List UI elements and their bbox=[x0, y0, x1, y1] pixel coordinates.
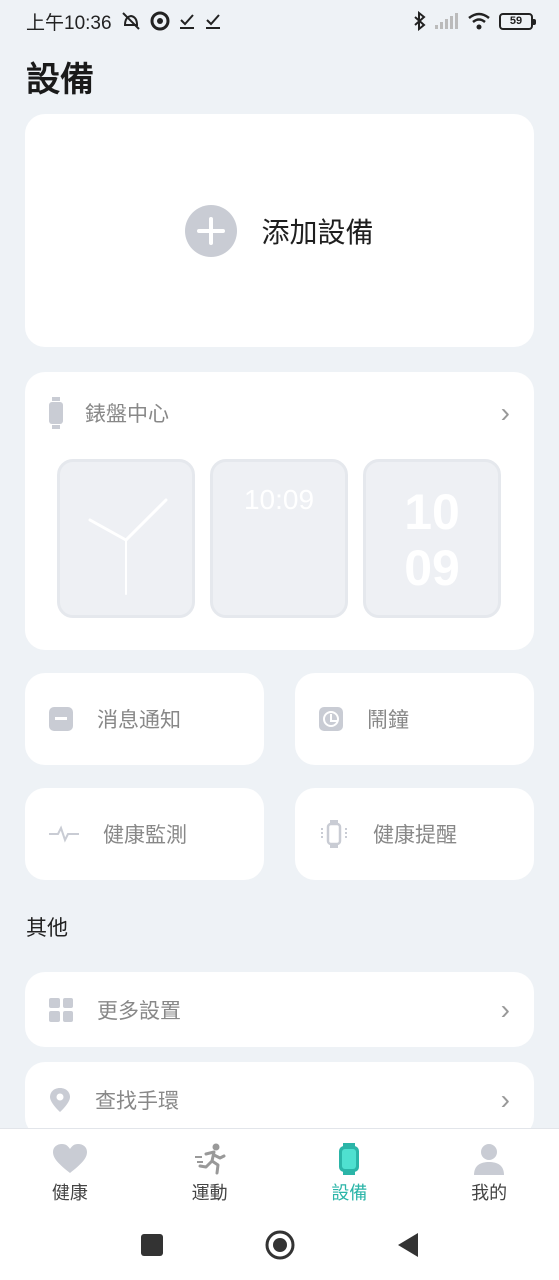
bluetooth-icon bbox=[414, 11, 426, 31]
dial-digital-stacked[interactable]: 10 09 bbox=[363, 459, 501, 618]
tile-label: 健康提醒 bbox=[373, 824, 457, 847]
plus-circle-icon bbox=[185, 204, 238, 257]
check-icon bbox=[179, 14, 194, 29]
back-button[interactable] bbox=[396, 1232, 420, 1258]
tile-label: 健康監測 bbox=[103, 824, 187, 847]
tile-health-monitoring[interactable]: 健康監測 bbox=[25, 788, 264, 880]
row-label: 更多設置 bbox=[97, 999, 181, 1023]
watch-icon bbox=[339, 1143, 360, 1175]
dial-minutes: 09 bbox=[404, 540, 460, 596]
message-icon bbox=[49, 707, 73, 731]
check-icon bbox=[205, 14, 220, 29]
dial-center-title: 錶盤中心 bbox=[85, 403, 169, 426]
dial-analog[interactable] bbox=[57, 459, 195, 618]
tile-label: 鬧鐘 bbox=[367, 709, 409, 732]
dial-center-header[interactable]: 錶盤中心 › bbox=[49, 396, 510, 430]
dial-digital[interactable]: 10:09 bbox=[210, 459, 348, 618]
alarm-off-icon bbox=[121, 12, 140, 30]
tab-health[interactable]: 健康 bbox=[0, 1129, 140, 1210]
tile-message-notification[interactable]: 消息通知 bbox=[25, 673, 264, 765]
tab-label: 運動 bbox=[191, 1183, 228, 1203]
runner-icon bbox=[194, 1143, 226, 1175]
recent-apps-button[interactable] bbox=[140, 1233, 164, 1257]
analog-clock-hands bbox=[88, 498, 168, 595]
row-more-settings[interactable]: 更多設置 › bbox=[25, 972, 534, 1047]
person-icon bbox=[474, 1144, 505, 1175]
battery-icon: 59 bbox=[499, 12, 536, 30]
wifi-icon bbox=[468, 12, 490, 30]
tab-devices[interactable]: 設備 bbox=[280, 1129, 420, 1210]
tab-exercise[interactable]: 運動 bbox=[140, 1129, 280, 1210]
status-time: 上午10:36 bbox=[26, 12, 112, 34]
system-nav-bar bbox=[0, 1210, 559, 1280]
tile-label: 消息通知 bbox=[97, 709, 181, 732]
home-button[interactable] bbox=[264, 1229, 296, 1261]
tab-me[interactable]: 我的 bbox=[419, 1129, 559, 1210]
aperture-icon bbox=[150, 11, 170, 31]
dial-hours: 10 bbox=[404, 484, 460, 540]
chevron-right-icon: › bbox=[500, 993, 510, 1025]
tab-label: 設備 bbox=[331, 1183, 368, 1203]
row-label: 查找手環 bbox=[95, 1089, 179, 1113]
chevron-right-icon: › bbox=[500, 397, 510, 428]
grid-icon bbox=[49, 997, 73, 1022]
signal-icon bbox=[435, 13, 458, 29]
watch-icon bbox=[49, 397, 63, 429]
tab-label: 健康 bbox=[51, 1183, 88, 1203]
dial-center-card: 錶盤中心 › 10:09 10 09 bbox=[25, 372, 534, 650]
add-device-card[interactable]: 添加設備 bbox=[25, 114, 534, 347]
vibrate-watch-icon bbox=[321, 820, 347, 848]
page-title: 設備 bbox=[26, 61, 94, 99]
section-title-other: 其他 bbox=[26, 917, 68, 940]
add-device-label: 添加設備 bbox=[261, 216, 374, 248]
pulse-icon bbox=[49, 825, 79, 843]
heart-icon bbox=[52, 1144, 87, 1173]
status-bar: 上午10:36 59 bbox=[0, 0, 559, 42]
tile-health-reminder[interactable]: 健康提醒 bbox=[295, 788, 534, 880]
clock-icon bbox=[319, 707, 343, 731]
tab-label: 我的 bbox=[471, 1183, 508, 1203]
row-find-band[interactable]: 查找手環 › bbox=[25, 1062, 534, 1137]
chevron-right-icon: › bbox=[500, 1083, 510, 1115]
tile-alarm[interactable]: 鬧鐘 bbox=[295, 673, 534, 765]
bottom-tab-bar: 健康 運動 設備 我的 bbox=[0, 1128, 559, 1210]
dial-digital-time: 10:09 bbox=[243, 484, 315, 515]
location-pin-icon bbox=[50, 1087, 70, 1112]
